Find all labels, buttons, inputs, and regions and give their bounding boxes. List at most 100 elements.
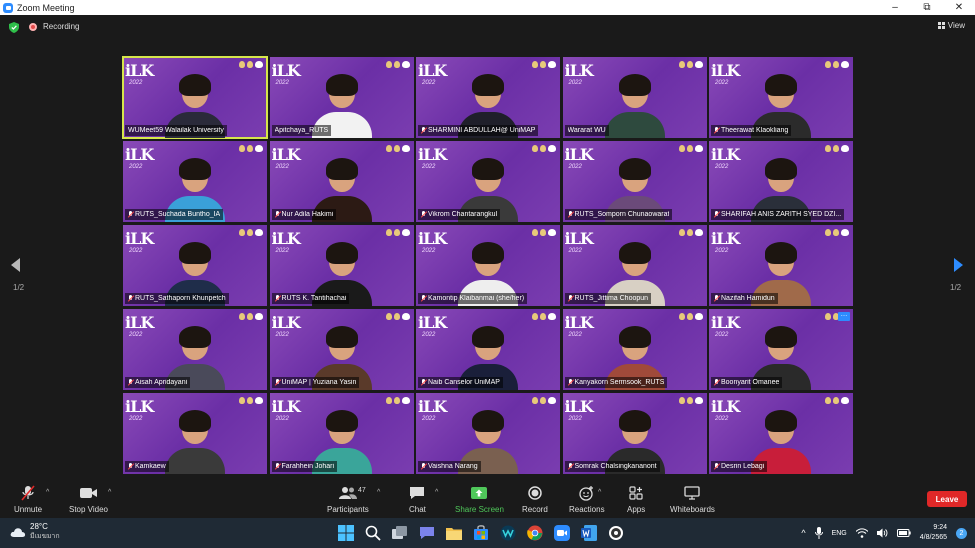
muted-mic-icon: [128, 463, 133, 470]
participant-name-bar: RUTS_Jittima Choopun: [564, 293, 652, 304]
wifi-icon[interactable]: [855, 528, 868, 538]
apps-button[interactable]: Apps: [627, 485, 645, 514]
participant-tile[interactable]: iLK 2022 Desrin Lebagi: [709, 393, 853, 474]
participant-tile[interactable]: iLK 2022 Farahhein Johari: [269, 393, 414, 474]
record-button[interactable]: Record: [522, 485, 548, 514]
muted-mic-icon: [568, 463, 573, 470]
webex-icon[interactable]: [498, 523, 517, 542]
chat-options-caret-icon[interactable]: ^: [435, 489, 438, 496]
partner-logos-icon: [532, 229, 556, 236]
battery-icon[interactable]: [896, 529, 911, 537]
weather-widget[interactable]: 28°C มีเมฆมาก: [10, 522, 60, 542]
speaker-volume-icon[interactable]: [876, 528, 888, 538]
share-screen-icon: [471, 487, 488, 499]
participant-name-bar: Aisah Apridayani: [125, 377, 191, 388]
previous-page-arrow-icon[interactable]: [11, 258, 21, 272]
participant-name: Somrak Chalsingkananont: [574, 463, 657, 470]
participant-tile[interactable]: iLK 2022 Vaishna Narang: [416, 393, 560, 474]
participant-tile[interactable]: iLK 2022 Naib Canselor UniMAP: [416, 309, 560, 390]
file-explorer-icon[interactable]: [444, 523, 463, 542]
chat-bubble-icon: [410, 487, 425, 499]
participant-name: RUTS K. Tantihachai: [281, 295, 347, 302]
apps-label: Apps: [627, 505, 646, 514]
participant-tile[interactable]: iLK 2022 Kanyakorn Sermsook_RUTS: [562, 309, 707, 390]
participant-tile[interactable]: iLK 2022 RUTS_Jittima Choopun: [562, 225, 707, 306]
participant-tile[interactable]: iLK 2022 RUTS K. Tantihachai: [269, 225, 414, 306]
muted-mic-icon: [275, 211, 280, 218]
participant-name: Kamkaew: [135, 463, 166, 470]
video-options-caret-icon[interactable]: ^: [108, 489, 111, 496]
participant-name: Vaishna Narang: [428, 463, 478, 470]
participant-tile[interactable]: iLK 2022 Theerawat Klaokliang: [709, 57, 853, 138]
windows-start-icon[interactable]: [336, 523, 355, 542]
event-logo: iLK: [125, 61, 154, 80]
muted-mic-icon: [714, 127, 719, 134]
minimize-button[interactable]: –: [879, 0, 911, 15]
event-logo-year: 2022: [275, 248, 289, 254]
partner-logos-icon: [239, 145, 263, 152]
participant-name: Theerawat Klaokliang: [721, 127, 789, 134]
participant-tile[interactable]: iLK 2022 UniMAP | Yuziana Yasin: [269, 309, 414, 390]
maximize-button[interactable]: ⧉: [911, 0, 943, 15]
partner-logos-icon: [532, 313, 556, 320]
zoom-taskbar-icon[interactable]: [552, 523, 571, 542]
participant-tile[interactable]: iLK 2022 Vikrom Chantarangkul: [416, 141, 560, 222]
next-page-arrow-icon[interactable]: [953, 258, 963, 272]
taskbar-clock[interactable]: 9:24 4/8/2565: [920, 523, 947, 543]
reactions-options-caret-icon[interactable]: ^: [598, 489, 601, 496]
zoom-app-icon: [3, 2, 13, 13]
temperature: 28°C: [30, 522, 48, 531]
participant-tile[interactable]: iLK 2022 Aisah Apridayani: [123, 309, 267, 390]
participant-name: Apitchaya_RUTS: [274, 127, 329, 134]
taskbar-apps: [336, 523, 625, 542]
participant-name: Wararat WU: [567, 127, 606, 134]
participant-tile[interactable]: iLK 2022 Wararat WU: [562, 57, 707, 138]
microphone-tray-icon[interactable]: [814, 527, 823, 539]
event-logo: iLK: [711, 397, 740, 416]
teams-chat-icon[interactable]: [417, 523, 436, 542]
whiteboards-button[interactable]: Whiteboards: [670, 485, 715, 514]
participants-options-caret-icon[interactable]: ^: [377, 489, 380, 496]
show-hidden-icons-chevron-icon[interactable]: ^: [801, 528, 805, 538]
chat-button[interactable]: Chat: [409, 485, 426, 514]
participant-tile[interactable]: iLK 2022 Nazifah Hamidun: [709, 225, 853, 306]
partner-logos-icon: [825, 61, 849, 68]
stop-video-button[interactable]: Stop Video: [69, 485, 108, 514]
unmute-button[interactable]: Unmute: [14, 485, 42, 514]
participant-tile[interactable]: iLK 2022 WUMeet59 Walailak University: [122, 56, 268, 139]
encryption-shield-icon[interactable]: [9, 22, 19, 33]
recording-app-icon[interactable]: [606, 523, 625, 542]
close-button[interactable]: ✕: [943, 0, 975, 15]
event-logo-year: 2022: [568, 416, 582, 422]
task-view-icon[interactable]: [390, 523, 409, 542]
event-logo: iLK: [125, 397, 154, 416]
partner-logos-icon: [385, 229, 410, 236]
notification-badge[interactable]: 2: [956, 527, 967, 539]
search-icon[interactable]: [363, 523, 382, 542]
audio-options-caret-icon[interactable]: ^: [46, 489, 49, 496]
participant-tile[interactable]: iLK 2022 Kamkaew: [123, 393, 267, 474]
participant-tile[interactable]: iLK 2022 SHARMINI ABDULLAH@ UniMAP: [416, 57, 560, 138]
share-screen-button[interactable]: Share Screen: [455, 485, 504, 514]
event-logo-year: 2022: [568, 332, 582, 338]
participant-tile[interactable]: iLK 2022 Nur Adila Hakimi: [269, 141, 414, 222]
participant-name: Kamontip Klaibanmai (she/her): [428, 295, 525, 302]
participant-tile[interactable]: iLK 2022 Apitchaya_RUTS: [269, 57, 414, 138]
input-language[interactable]: ENG: [832, 530, 847, 537]
tile-more-options-icon[interactable]: …: [838, 311, 850, 321]
participant-tile[interactable]: iLK 2022 SHARIFAH ANIS ZARITH SYED DZI...: [709, 141, 853, 222]
participant-tile[interactable]: iLK 2022 Somrak Chalsingkananont: [562, 393, 707, 474]
view-button[interactable]: View: [937, 21, 965, 30]
leave-button[interactable]: Leave: [927, 491, 967, 507]
meeting-controls-toolbar: Unmute ^ Stop Video ^ Participants 47 ^ …: [0, 480, 975, 518]
participant-tile[interactable]: iLK 2022 Boonyarit Omanee…: [709, 309, 853, 390]
participant-tile[interactable]: iLK 2022 RUTS_Somporn Chunaowarat: [562, 141, 707, 222]
microsoft-store-icon[interactable]: [471, 523, 490, 542]
word-icon[interactable]: [579, 523, 598, 542]
participant-tile[interactable]: iLK 2022 RUTS_Suchada Buntho_IA: [123, 141, 267, 222]
participant-tile[interactable]: iLK 2022 RUTS_Sathaporn Khunpetch: [123, 225, 267, 306]
participant-tile[interactable]: iLK 2022 Kamontip Klaibanmai (she/her): [416, 225, 560, 306]
participants-count: 47: [358, 487, 366, 494]
chrome-icon[interactable]: [525, 523, 544, 542]
event-logo-year: 2022: [715, 164, 729, 170]
